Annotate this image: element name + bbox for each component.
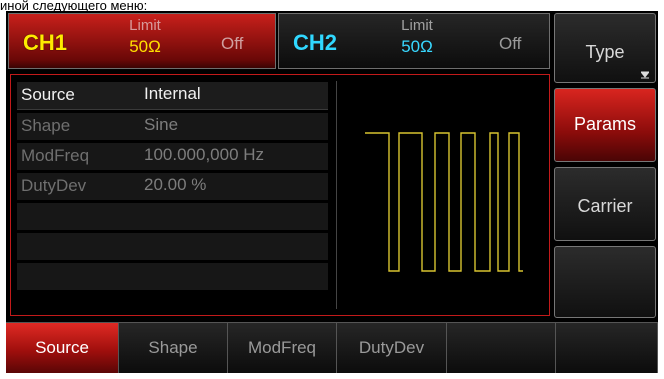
param-value: 100.000,000 Hz	[144, 145, 265, 164]
param-row-empty	[17, 233, 328, 260]
channel-2-name: CH2	[293, 30, 338, 55]
param-value: Sine	[144, 115, 179, 134]
channel-2-limit-label: Limit	[401, 17, 433, 34]
pwm-waveform-trace	[365, 132, 523, 272]
tab-dutydev[interactable]: DutyDev	[337, 322, 447, 373]
softkey-params[interactable]: Params	[554, 88, 656, 162]
softkey-type-label: Type	[585, 42, 625, 62]
softkey-empty[interactable]	[554, 246, 656, 318]
softkey-carrier-label: Carrier	[577, 196, 633, 216]
parameter-panel: Source Internal Shape Sine ModFreq 100.0…	[10, 74, 550, 316]
page-caption: иной следующего меню:	[0, 0, 148, 11]
param-row-shape[interactable]: Shape Sine	[17, 113, 328, 140]
channel-2-output-state: Off	[499, 34, 522, 53]
param-row-dutydev[interactable]: DutyDev 20.00 %	[17, 173, 328, 200]
param-row-source[interactable]: Source Internal	[17, 82, 328, 110]
bottom-menu-bar: Source Shape ModFreq DutyDev	[6, 322, 658, 373]
parameter-list: Source Internal Shape Sine ModFreq 100.0…	[17, 82, 328, 293]
param-label: ModFreq	[21, 146, 90, 165]
channel-1-output-state: Off	[221, 34, 244, 53]
tab-modfreq[interactable]: ModFreq	[228, 322, 337, 373]
instrument-screen: CH1 Limit 50Ω Off CH2 Limit 50Ω Off Sour…	[6, 11, 658, 373]
param-label: DutyDev	[21, 176, 87, 195]
param-value: Internal	[144, 84, 201, 103]
param-label: Shape	[21, 116, 71, 135]
param-row-empty	[17, 203, 328, 230]
channel-1-limit-label: Limit	[129, 17, 161, 34]
param-row-empty	[17, 263, 328, 290]
tab-shape[interactable]: Shape	[119, 322, 228, 373]
channel-1-name: CH1	[23, 30, 68, 55]
softkey-carrier[interactable]: Carrier	[554, 167, 656, 241]
channel-2-impedance: 50Ω	[401, 37, 433, 56]
tab-empty[interactable]	[447, 322, 556, 373]
channel-1-status[interactable]: CH1 Limit 50Ω Off	[8, 13, 276, 69]
softkey-params-label: Params	[573, 114, 636, 134]
softkey-type[interactable]: Type	[554, 13, 656, 83]
tab-source[interactable]: Source	[6, 322, 119, 373]
tab-empty[interactable]	[556, 322, 658, 373]
channel-1-impedance: 50Ω	[129, 37, 161, 56]
param-value: 20.00 %	[144, 175, 207, 194]
chevron-down-icon	[641, 71, 649, 79]
pwm-waveform-preview	[365, 132, 523, 272]
param-row-modfreq[interactable]: ModFreq 100.000,000 Hz	[17, 143, 328, 170]
channel-2-status[interactable]: CH2 Limit 50Ω Off	[278, 13, 550, 69]
param-label: Source	[21, 85, 75, 104]
